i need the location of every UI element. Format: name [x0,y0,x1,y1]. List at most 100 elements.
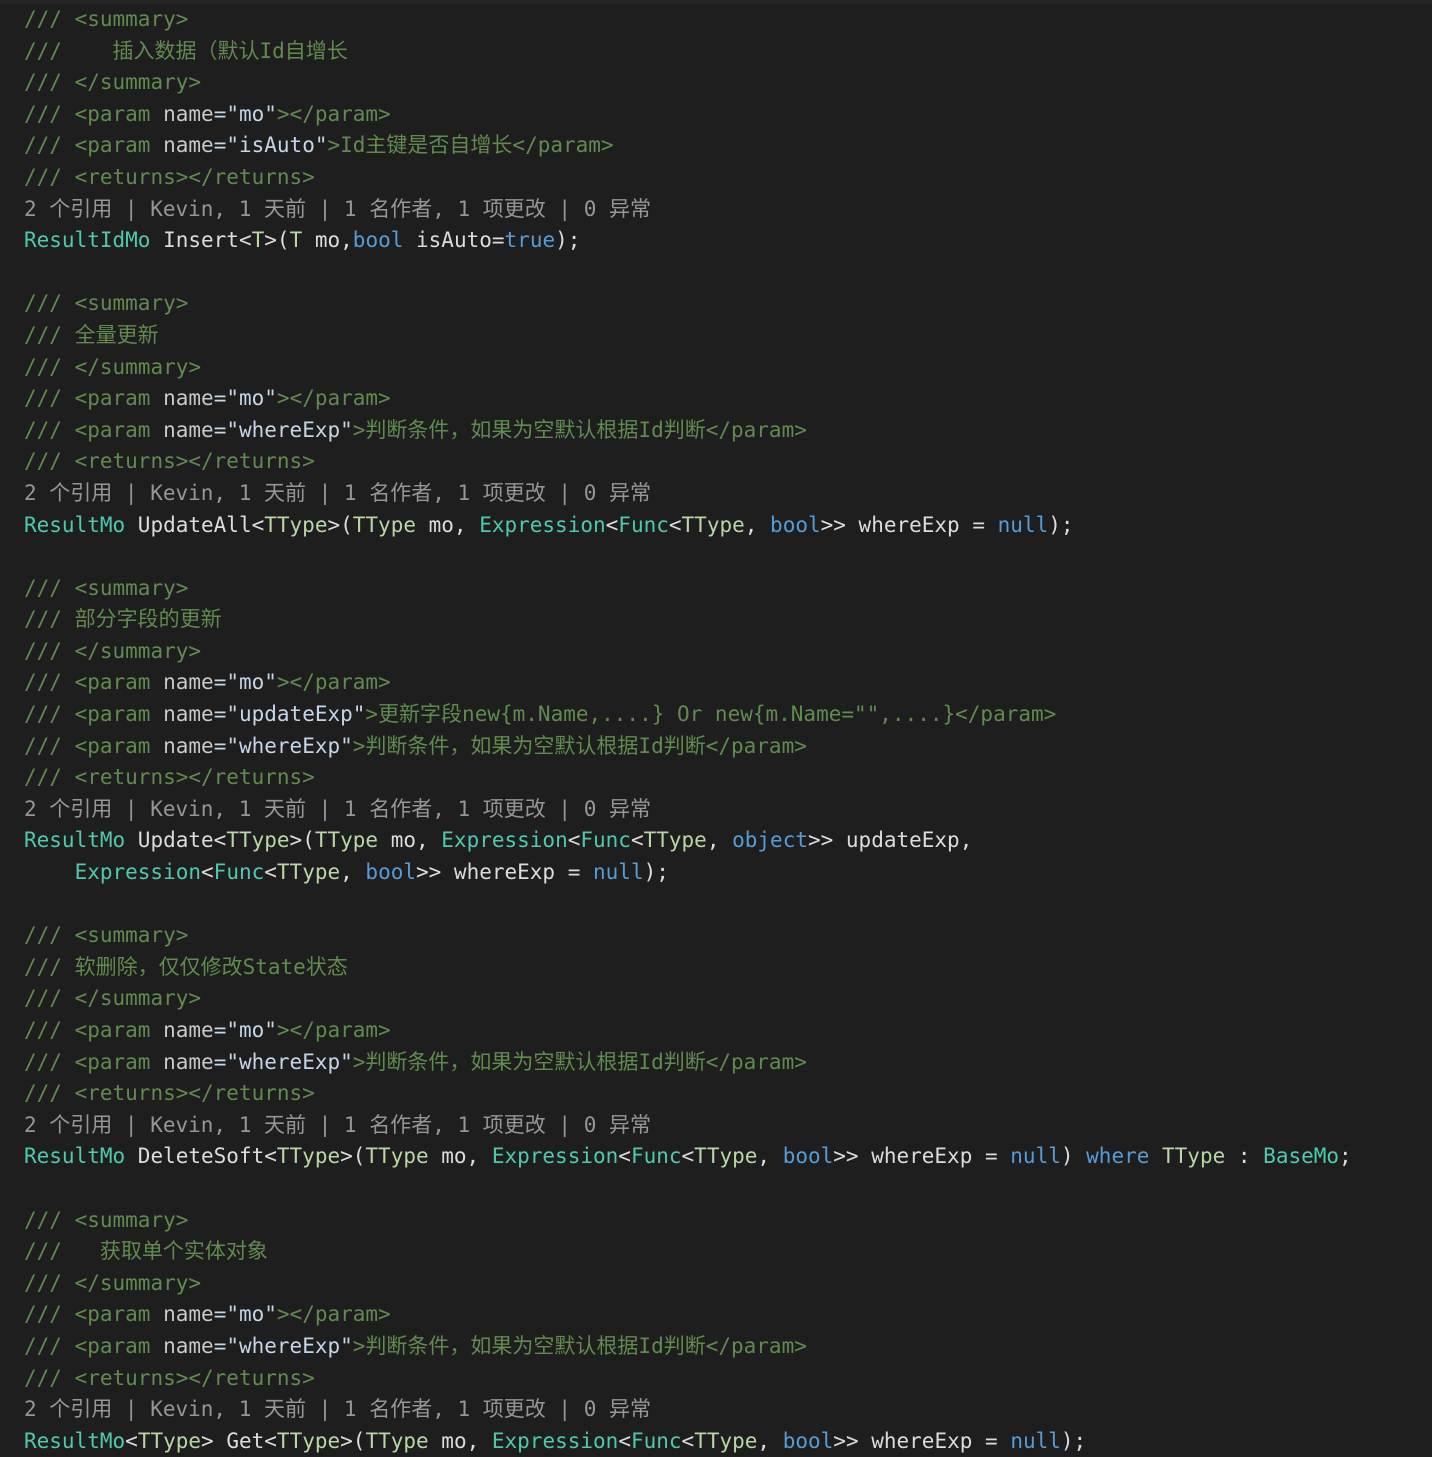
signature-delete-soft[interactable]: ResultMo DeleteSoft<TType>(TType mo, Exp… [0,1141,1432,1173]
xml-attr-value-mo: ="mo" [213,670,277,695]
generic-param: TType [226,828,290,853]
codelens-text[interactable]: 2 个引用 | Kevin, 1 天前 | 1 名作者, 1 项更改 | 0 异… [24,481,651,505]
comment-slashes: /// [24,954,62,979]
xml-attr-name: name [163,702,214,727]
xml-tag-returns: <returns></returns> [74,1365,315,1390]
signature-tail: ); [1060,1428,1087,1453]
doc-line-param-whereexp: /// <param name="whereExp">判断条件，如果为空默认根据… [0,731,1432,763]
angle-open: < [630,828,644,853]
codelens-text[interactable]: 2 个引用 | Kevin, 1 天前 | 1 名作者, 1 项更改 | 0 异… [24,797,651,821]
type-func: Func [630,1428,682,1453]
arg-type: T [289,228,303,253]
codelens-line[interactable]: 2 个引用 | Kevin, 1 天前 | 1 名作者, 1 项更改 | 0 异… [0,478,1432,510]
comment-slashes: /// [24,1302,62,1327]
signature-update-continuation[interactable]: Expression<Func<TType, bool>> whereExp =… [0,857,1432,889]
signature-update[interactable]: ResultMo Update<TType>(TType mo, Express… [0,825,1432,857]
doc-line-param-whereexp: /// <param name="whereExp">判断条件，如果为空默认根据… [0,1331,1432,1363]
xml-attr-value-mo: ="mo" [213,1302,277,1327]
summary-text-update: 部分字段的更新 [74,607,222,632]
type-func: Func [580,828,631,853]
xml-close-bracket: > [352,417,366,442]
angle-open: < [213,828,227,853]
generic-param: TType [643,828,707,853]
angle-open: < [668,512,682,537]
codelens-line[interactable]: 2 个引用 | Kevin, 1 天前 | 1 名作者, 1 项更改 | 0 异… [0,794,1432,826]
comment-slashes: /// [24,101,62,126]
xml-close-bracket: > [352,733,366,758]
comment-slashes: /// [24,765,62,790]
arg-type: TType [365,1144,429,1169]
type-expression: Expression [491,1144,619,1169]
comment-slashes: /// [24,38,62,63]
angle-close-paren: >( [327,512,353,537]
method-name-updateall[interactable]: UpdateAll [125,513,252,537]
generic-param: TType [276,1428,341,1453]
xml-param-close-empty: ></param> [276,1018,391,1042]
xml-tag-summary-close: </summary> [74,1270,202,1295]
xml-attr-value-mo: ="mo" [213,101,277,126]
codelens-line[interactable]: 2 个引用 | Kevin, 1 天前 | 1 名作者, 1 项更改 | 0 异… [0,1110,1432,1142]
method-name-insert[interactable]: Insert [163,228,239,252]
angle-close-paren: >( [340,1144,366,1169]
return-type: ResultMo [24,1428,126,1453]
xml-tag-returns: <returns></returns> [74,1081,315,1106]
comment-slashes: /// [24,354,62,379]
arg-type: TType [352,512,416,537]
doc-line-summary-open: /// <summary> [0,288,1432,320]
arg-name-whereexp: >> whereExp = [833,1428,1011,1453]
doc-line-summary-close: /// </summary> [0,1268,1432,1300]
comma: , [340,860,366,885]
comment-slashes: /// [24,670,62,695]
codelens-line[interactable]: 2 个引用 | Kevin, 1 天前 | 1 名作者, 1 项更改 | 0 异… [0,194,1432,226]
xml-close-bracket: > [352,1049,366,1074]
signature-update-all[interactable]: ResultMo UpdateAll<TType>(TType mo, Expr… [0,510,1432,542]
arg-name-mo: mo, [428,1428,492,1453]
signature-insert[interactable]: ResultIdMo Insert<T>(T mo,bool isAuto=tr… [0,225,1432,257]
code-editor-surface[interactable]: /// <summary> /// 插入数据（默认Id自增长 /// </sum… [0,0,1432,1454]
method-name-update[interactable]: Update [125,828,214,852]
keyword-null: null [1010,1428,1061,1453]
doc-line-returns: /// <returns></returns> [0,1078,1432,1110]
arg-name-whereexp: >> whereExp = [833,1144,1011,1169]
doc-line-param-whereexp: /// <param name="whereExp">判断条件，如果为空默认根据… [0,1047,1432,1079]
xml-attr-value-whereexp: ="whereExp" [213,1333,353,1358]
code-content[interactable]: /// <summary> /// 插入数据（默认Id自增长 /// </sum… [0,4,1432,1457]
doc-line-returns: /// <returns></returns> [0,446,1432,478]
doc-line-param-updateexp: /// <param name="updateExp">更新字段new{m.Na… [0,699,1432,731]
method-name-get[interactable]: Get [226,1429,264,1453]
xml-tag-param-open: <param [74,133,164,158]
arg-name-mo: mo, [302,228,353,253]
arg-name-mo: mo, [378,828,442,853]
angle-close-paren: >( [264,228,290,253]
comment-slashes: /// [24,449,62,474]
colon: : [1225,1144,1264,1169]
signature-get[interactable]: ResultMo<TType> Get<TType>(TType mo, Exp… [0,1426,1432,1457]
codelens-text[interactable]: 2 个引用 | Kevin, 1 天前 | 1 名作者, 1 项更改 | 0 异… [24,1113,651,1137]
codelens-text[interactable]: 2 个引用 | Kevin, 1 天前 | 1 名作者, 1 项更改 | 0 异… [24,197,651,221]
angle-open: < [264,1144,277,1169]
comment-slashes: /// [24,1207,62,1232]
doc-line-summary-open: /// <summary> [0,4,1432,36]
xml-attr-name: name [163,1049,214,1074]
codelens-line[interactable]: 2 个引用 | Kevin, 1 天前 | 1 名作者, 1 项更改 | 0 异… [0,1394,1432,1426]
arg-name-updateexp: >> updateExp, [807,828,973,853]
comment-slashes: /// [24,1333,62,1358]
comment-slashes: /// [24,1270,62,1295]
doc-line-summary-text: /// 软删除，仅仅修改State状态 [0,952,1432,984]
return-type: ResultMo [24,1144,126,1169]
xml-tag-summary-close: </summary> [74,986,202,1011]
angle-open: < [567,828,581,853]
method-name-deletesoft[interactable]: DeleteSoft [125,1144,264,1168]
xml-tag-returns: <returns></returns> [74,765,315,790]
comma: , [744,512,771,537]
keyword-where: where [1086,1144,1150,1169]
arg-name-whereexp: >> whereExp = [820,512,998,537]
arg-name-mo: mo, [415,512,480,537]
comment-slashes: /// [24,70,62,95]
summary-text-get: 获取单个实体对象 [74,1239,268,1264]
xml-param-close-empty: ></param> [276,101,391,126]
codelens-text[interactable]: 2 个引用 | Kevin, 1 天前 | 1 名作者, 1 项更改 | 0 异… [24,1397,651,1421]
doc-line-returns: /// <returns></returns> [0,1363,1432,1395]
doc-line-summary-close: /// </summary> [0,636,1432,668]
